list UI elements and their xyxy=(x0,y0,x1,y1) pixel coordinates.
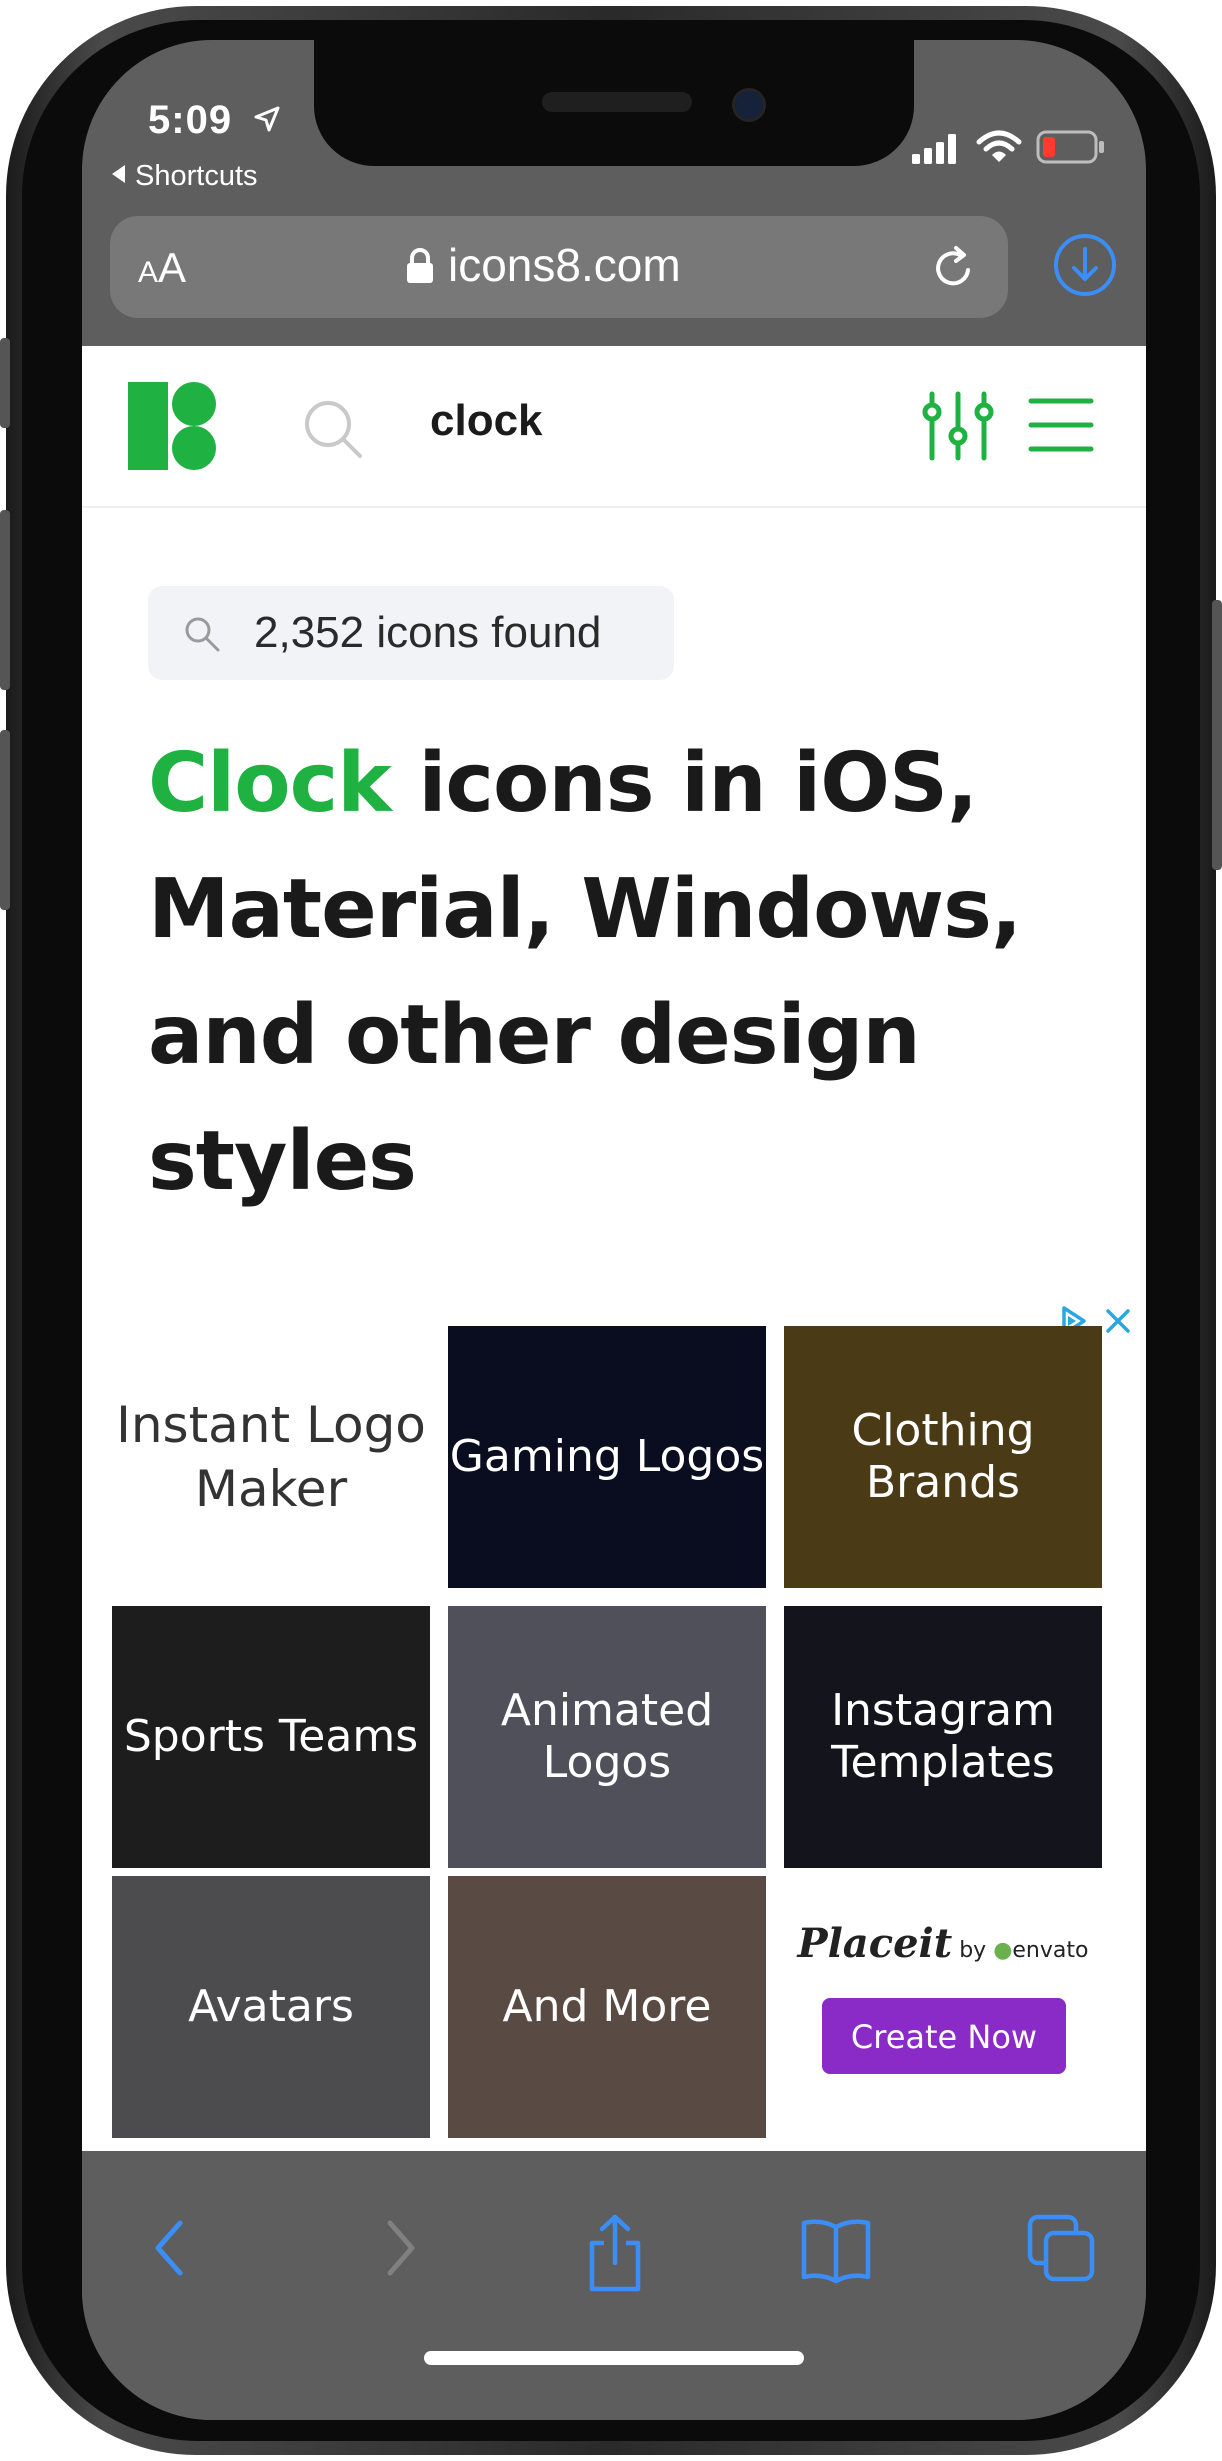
text-size-small: A xyxy=(138,256,159,289)
ad-tile-label: Sports Teams xyxy=(123,1711,419,1762)
download-icon[interactable] xyxy=(1050,230,1120,300)
volume-down-button xyxy=(0,730,10,910)
results-count-text: 2,352 icons found xyxy=(254,608,602,657)
icons8-logo-icon[interactable] xyxy=(128,382,216,470)
placeit-partner: envato xyxy=(1012,1938,1089,1963)
search-input[interactable]: clock xyxy=(430,396,543,446)
text-size-button[interactable]: AA xyxy=(138,244,186,292)
ad-tile-label: And More xyxy=(502,1981,712,2032)
cellular-signal-icon xyxy=(912,134,956,164)
volume-up-button xyxy=(0,510,10,690)
text-size-large: A xyxy=(158,244,187,291)
ad-tile-gaming-logos[interactable]: Gaming Logos xyxy=(448,1326,766,1588)
placeit-by: by xyxy=(959,1938,987,1963)
ad-tile-label: Instagram Templates xyxy=(831,1685,1055,1788)
back-app-label: Shortcuts xyxy=(135,160,258,192)
ad-tile-sports-teams[interactable]: Sports Teams xyxy=(112,1606,430,1868)
create-now-button[interactable]: Create Now xyxy=(822,1998,1066,2074)
ad-tile-label: Clothing Brands xyxy=(851,1405,1035,1508)
status-time: 5:09 xyxy=(148,98,233,142)
battery-icon xyxy=(1036,130,1104,164)
placeit-brand-name: Placeit xyxy=(797,1920,953,1967)
hamburger-menu-icon[interactable] xyxy=(1028,396,1094,454)
address-bar[interactable]: AA icons8.com xyxy=(110,216,1008,318)
back-icon[interactable] xyxy=(142,2213,198,2283)
forward-icon[interactable] xyxy=(372,2213,428,2283)
ad-tile-animated-logos[interactable]: Animated Logos xyxy=(448,1606,766,1868)
ad-tile-logo-maker[interactable]: Instant Logo Maker xyxy=(112,1326,430,1588)
page-title: Clock icons in iOS, Material, Windows, a… xyxy=(148,721,1048,1225)
ad-banner[interactable]: Instant Logo Maker Gaming Logos Clothing… xyxy=(82,1296,1146,2151)
mute-switch xyxy=(0,338,10,428)
ad-tile-instagram-templates[interactable]: Instagram Templates xyxy=(784,1606,1102,1868)
ad-tile-label: Avatars xyxy=(188,1981,354,2032)
back-to-app-link[interactable]: Shortcuts xyxy=(112,160,258,193)
site-header: clock xyxy=(82,346,1146,508)
search-icon[interactable] xyxy=(302,398,364,460)
share-icon[interactable] xyxy=(580,2213,650,2293)
filter-sliders-icon[interactable] xyxy=(920,390,996,462)
title-highlight: Clock xyxy=(148,736,392,831)
webpage: clock 2,352 icons found Clock icons in i… xyxy=(82,346,1146,2151)
url-domain: icons8.com xyxy=(448,239,681,291)
results-count-badge: 2,352 icons found xyxy=(148,586,674,680)
earpiece xyxy=(542,92,692,112)
ad-tile-label: Instant Logo Maker xyxy=(116,1396,426,1518)
back-triangle-icon xyxy=(112,165,125,183)
reload-icon[interactable] xyxy=(930,244,978,292)
bookmarks-icon[interactable] xyxy=(800,2213,872,2285)
location-arrow-icon xyxy=(254,106,280,132)
side-button xyxy=(1212,600,1222,870)
ad-tile-avatars[interactable]: Avatars xyxy=(112,1876,430,2138)
home-indicator[interactable] xyxy=(424,2351,804,2365)
placeit-logo: Placeit by ●envato xyxy=(797,1920,1089,1967)
wifi-icon xyxy=(976,130,1022,162)
ad-tile-label: Gaming Logos xyxy=(449,1431,765,1482)
ad-tile-and-more[interactable]: And More xyxy=(448,1876,766,2138)
tabs-icon[interactable] xyxy=(1026,2213,1098,2285)
ad-tile-clothing-brands[interactable]: Clothing Brands xyxy=(784,1326,1102,1588)
lock-icon xyxy=(407,248,433,283)
magnifier-icon xyxy=(185,617,220,652)
ad-tile-label: Animated Logos xyxy=(500,1685,714,1788)
phone-screen: 5:09 Shortcuts AA icons8.com clock 2,352… xyxy=(82,40,1146,2420)
placeit-promo: Placeit by ●envato Create Now xyxy=(784,1876,1102,2138)
safari-toolbar xyxy=(82,2151,1146,2420)
status-indicators xyxy=(912,128,1112,168)
front-camera xyxy=(732,88,766,122)
